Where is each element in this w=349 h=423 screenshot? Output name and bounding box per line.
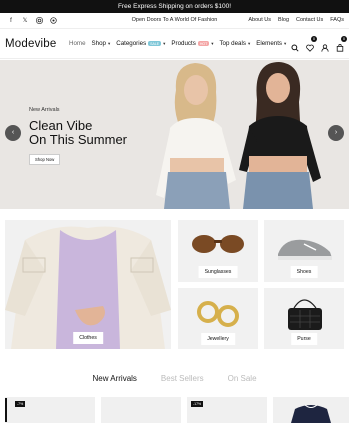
hero-next-button[interactable]: › xyxy=(328,125,344,141)
cart-count: 0 xyxy=(341,36,347,42)
shop-now-button[interactable]: Shop Now xyxy=(29,154,61,165)
wishlist-count: 0 xyxy=(311,36,317,42)
category-clothes[interactable]: Clothes xyxy=(5,220,171,349)
faqs-link[interactable]: FAQs xyxy=(330,17,344,23)
scrollbar[interactable] xyxy=(5,398,7,422)
nav-top-deals[interactable]: Top deals ▾ xyxy=(219,40,250,47)
about-us-link[interactable]: About Us xyxy=(248,17,271,23)
announcement-text: Free Express Shipping on orders $100! xyxy=(117,3,232,10)
nav-shop-label: Shop xyxy=(91,40,106,47)
chevron-down-icon: ▾ xyxy=(107,40,111,46)
product-card[interactable]: -17% xyxy=(187,397,267,423)
hero-title-line1: Clean Vibe xyxy=(29,118,93,133)
hero-title: Clean Vibe On This Summer xyxy=(29,119,127,147)
utility-bar: f 𝕏 Open Doors To A World Of Fashion Abo… xyxy=(0,13,349,29)
nav-shop[interactable]: Shop ▾ xyxy=(92,40,111,47)
contact-us-link[interactable]: Contact Us xyxy=(296,17,323,23)
product-tabs: New Arrivals Best Sellers On Sale xyxy=(0,374,349,383)
wishlist-icon[interactable]: 0 xyxy=(306,36,317,52)
nav-categories-label: Categories xyxy=(116,40,147,47)
category-purse[interactable]: Purse xyxy=(264,288,344,349)
tab-on-sale[interactable]: On Sale xyxy=(228,374,257,383)
hot-badge: HOT xyxy=(197,41,210,46)
nav-categories[interactable]: Categories SALE ▾ xyxy=(116,40,165,47)
utility-links: About Us Blog Contact Us FAQs xyxy=(248,17,344,23)
nav-products-label: Products xyxy=(171,40,196,47)
search-icon[interactable] xyxy=(291,39,299,52)
category-sunglasses[interactable]: Sunglasses xyxy=(178,220,258,282)
cart-icon[interactable]: 0 xyxy=(336,36,347,52)
tab-best-sellers[interactable]: Best Sellers xyxy=(161,374,204,383)
header-actions: 0 0 xyxy=(291,36,347,52)
chevron-down-icon: ▾ xyxy=(163,40,166,46)
tshirt-image xyxy=(291,404,331,423)
nav-products[interactable]: Products HOT ▾ xyxy=(171,40,213,47)
discount-badge: -7% xyxy=(15,401,26,407)
product-card[interactable] xyxy=(273,397,349,423)
nav-elements-label: Elements xyxy=(256,40,283,47)
sale-badge: SALE xyxy=(148,41,162,46)
product-card[interactable]: -7% xyxy=(5,397,95,423)
chevron-down-icon: ▾ xyxy=(284,40,287,46)
announcement-bar: Free Express Shipping on orders $100! xyxy=(0,0,349,13)
category-label-sunglasses: Sunglasses xyxy=(198,266,238,278)
clothes-image xyxy=(5,226,171,349)
category-label-jewellery: Jewellery xyxy=(201,333,235,345)
category-label-shoes: Shoes xyxy=(290,266,318,278)
logo[interactable]: Modevibe xyxy=(5,38,56,50)
category-shoes[interactable]: Shoes xyxy=(264,220,344,282)
hero-banner: New Arrivals Clean Vibe On This Summer S… xyxy=(0,60,349,209)
chevron-down-icon: ▾ xyxy=(247,40,251,46)
main-header: Modevibe Home Shop ▾ Categories SALE ▾ Prod… xyxy=(0,30,349,59)
chevron-down-icon: ▾ xyxy=(211,40,214,46)
hero-model-right xyxy=(239,62,321,209)
nav-elements[interactable]: Elements ▾ xyxy=(256,40,286,47)
hero-content: New Arrivals Clean Vibe On This Summer S… xyxy=(29,107,127,166)
category-label-clothes: Clothes xyxy=(73,332,103,344)
nav-home-label: Home xyxy=(69,40,86,47)
product-card[interactable] xyxy=(101,397,181,423)
category-label-purse: Purse xyxy=(291,333,317,345)
hero-prev-button[interactable]: ‹ xyxy=(5,125,21,141)
nav-top-deals-label: Top deals xyxy=(219,40,246,47)
nav-home[interactable]: Home xyxy=(69,40,86,47)
main-nav: Home Shop ▾ Categories SALE ▾ Products HOT ▾ … xyxy=(69,40,286,47)
account-icon[interactable] xyxy=(321,39,329,52)
hero-title-line2: On This Summer xyxy=(29,132,128,147)
hero-eyebrow: New Arrivals xyxy=(29,107,60,113)
blog-link[interactable]: Blog xyxy=(278,17,289,23)
discount-badge: -17% xyxy=(191,401,204,407)
tab-new-arrivals[interactable]: New Arrivals xyxy=(92,374,136,383)
category-jewellery[interactable]: Jewellery xyxy=(178,288,258,349)
